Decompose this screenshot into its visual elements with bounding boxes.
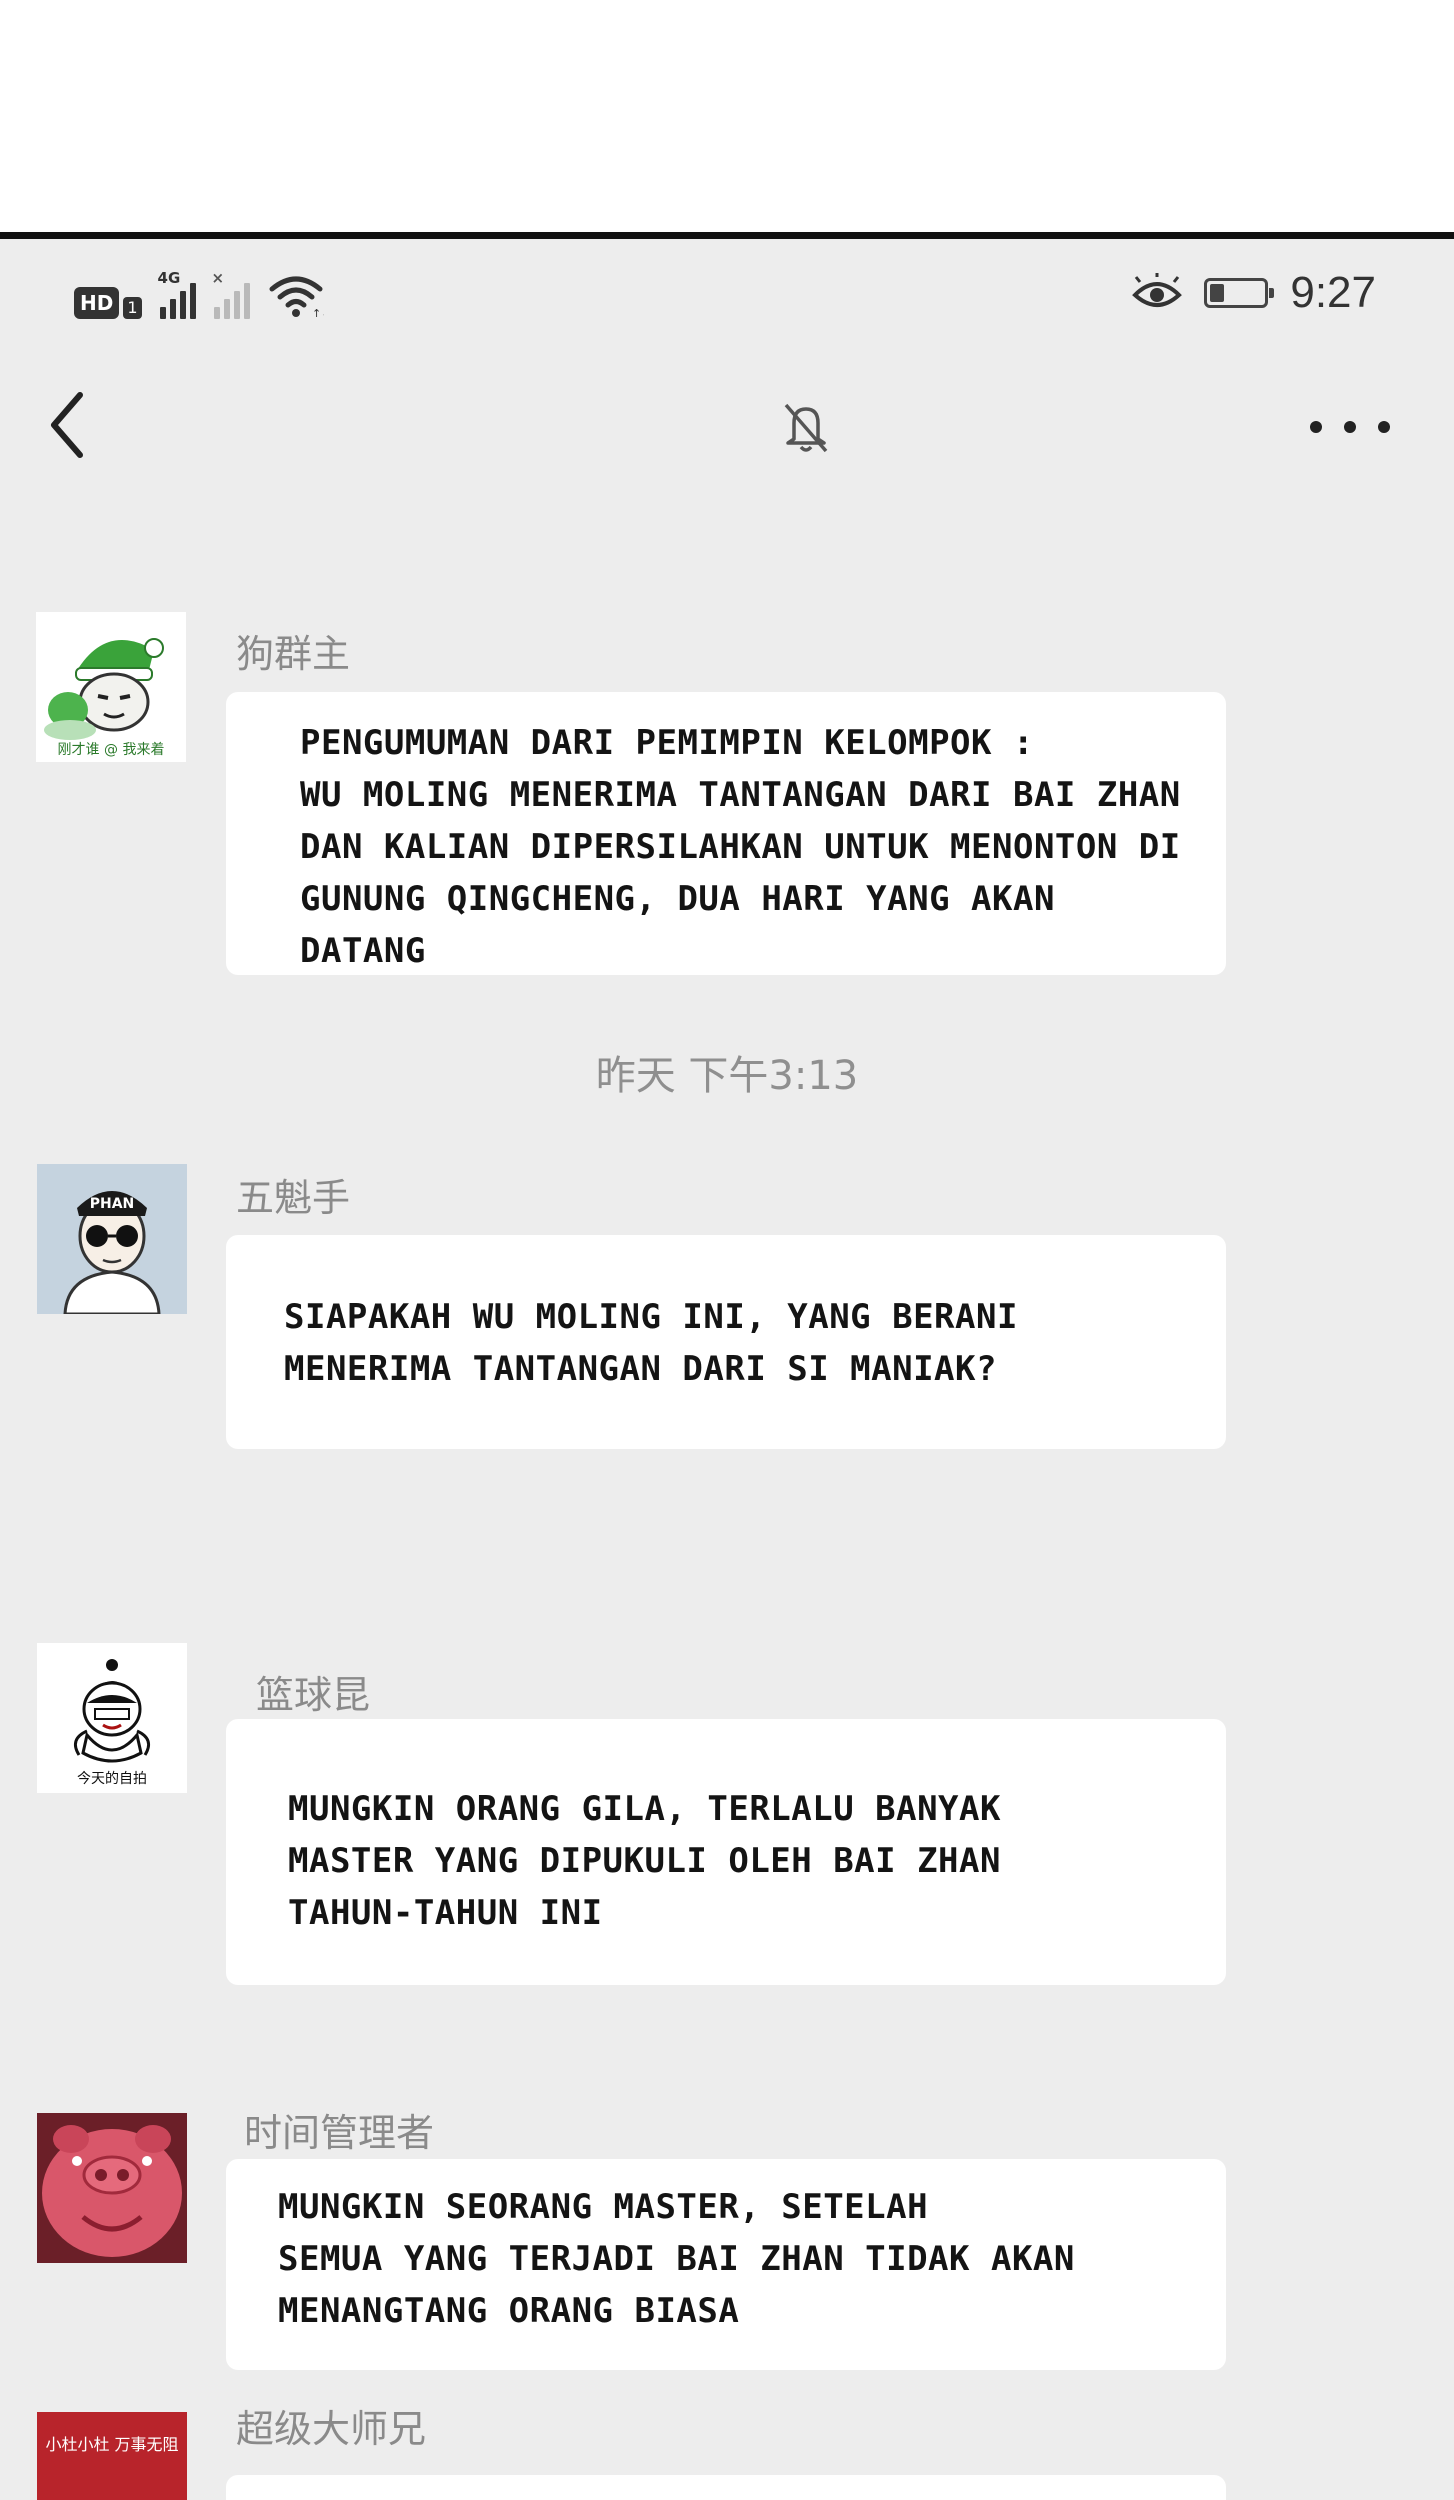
back-button[interactable]: [40, 385, 100, 465]
status-time: 9:27: [1290, 268, 1376, 317]
sender-name: 五魁手: [236, 1176, 351, 1220]
phone-screen: HD 1 4G × ↑↓: [0, 239, 1454, 2500]
message-line: MENANGTANG ORANG BIASA: [278, 2291, 740, 2331]
avatar-caption-5: 小杜小杜 万事无阻: [45, 2435, 178, 2454]
eye-comfort-icon: [1132, 273, 1183, 307]
red-calligraphy-avatar-image: 小杜小杜 万事无阻: [37, 2412, 187, 2500]
avatar-time-manager[interactable]: [37, 2113, 187, 2263]
message-line: SEMUA YANG TERJADI BAI ZHAN TIDAK AKAN: [278, 2239, 1075, 2279]
message-line: WU MOLING MENERIMA TANTANGAN DARI BAI ZH…: [300, 775, 1181, 815]
status-bar: HD 1 4G × ↑↓: [0, 239, 1454, 349]
message-bubble[interactable]: MUNGKIN SEORANG MASTER, SETELAH SEMUA YA…: [226, 2159, 1226, 2370]
signal-sim2-icon: ×: [212, 269, 250, 319]
message-line: MUNGKIN ORANG GILA, TERLALU BANYAK: [288, 1789, 1001, 1829]
sunglasses-avatar-image: PHAN: [37, 1164, 187, 1314]
sender-name: 时间管理者: [244, 2111, 435, 2155]
message-bubble[interactable]: MUNGKIN ORANG GILA, TERLALU BANYAK MASTE…: [226, 1719, 1226, 1985]
battery-icon: [1204, 278, 1275, 308]
avatar-wukuishou[interactable]: PHAN: [37, 1164, 187, 1314]
wifi-icon: ↑↓: [269, 276, 324, 319]
message-line: GUNUNG QINGCHENG, DUA HARI YANG AKAN: [300, 879, 1055, 919]
message-line: DAN KALIAN DIPERSILAHKAN UNTUK MENONTON …: [300, 827, 1181, 867]
message-line: TAHUN-TAHUN INI: [288, 1893, 603, 1933]
sim-label: 1: [123, 297, 142, 319]
cartoon-kid-avatar-image: 今天的自拍: [37, 1643, 187, 1793]
sender-name: 狗群主: [236, 632, 351, 676]
screenshot-top-border: [0, 232, 1454, 239]
svg-text:↑↓: ↑↓: [312, 307, 324, 319]
status-left-icons: HD 1 4G × ↑↓: [74, 269, 324, 319]
top-blank-area: [0, 0, 1454, 232]
message-line: DATANG: [300, 931, 426, 971]
more-dots-icon: [1310, 421, 1322, 433]
message-line: MENERIMA TANTANGAN DARI SI MANIAK?: [284, 1349, 997, 1389]
hd-label: HD: [74, 287, 120, 319]
message-line: MASTER YANG DIPUKULI OLEH BAI ZHAN: [288, 1841, 1001, 1881]
message-line: MUNGKIN SEORANG MASTER, SETELAH: [278, 2187, 929, 2227]
avatar-caption-3: 今天的自拍: [77, 1771, 147, 1787]
hd-badge: HD 1: [74, 287, 142, 319]
network-type-label: 4G: [157, 269, 181, 287]
sim2-status-label: ×: [211, 269, 225, 287]
chat-nav-bar: [0, 349, 1454, 499]
sender-name: 篮球昆: [256, 1673, 371, 1717]
sender-name: 超级大师兄: [236, 2407, 427, 2451]
signal-4g-icon: 4G: [158, 269, 196, 319]
avatar-super-senior[interactable]: 小杜小杜 万事无阻: [37, 2412, 187, 2500]
avatar-group-owner[interactable]: 刚才谁 @ 我来着: [36, 612, 186, 762]
pink-pig-avatar-image: [37, 2113, 187, 2263]
message-line: PENGUMUMAN DARI PEMIMPIN KELOMPOK :: [300, 723, 1034, 763]
more-options-button[interactable]: [1310, 399, 1390, 455]
chat-timestamp: 昨天 下午3:13: [595, 1053, 859, 1099]
message-bubble-partial[interactable]: [226, 2475, 1226, 2500]
chevron-left-icon: [51, 392, 83, 458]
bell-muted-icon: [784, 403, 828, 453]
avatar-caption-1: 刚才谁 @ 我来着: [58, 742, 165, 758]
message-bubble[interactable]: SIAPAKAH WU MOLING INI, YANG BERANI MENE…: [226, 1235, 1226, 1449]
status-right-icons: 9:27: [1132, 263, 1376, 323]
avatar-lanqiukun[interactable]: 今天的自拍: [37, 1643, 187, 1793]
message-bubble[interactable]: PENGUMUMAN DARI PEMIMPIN KELOMPOK : WU M…: [226, 692, 1226, 975]
avatar-caption-2: PHAN: [90, 1196, 135, 1212]
green-hat-avatar-image: 刚才谁 @ 我来着: [36, 612, 186, 762]
message-line: SIAPAKAH WU MOLING INI, YANG BERANI: [284, 1297, 1018, 1337]
